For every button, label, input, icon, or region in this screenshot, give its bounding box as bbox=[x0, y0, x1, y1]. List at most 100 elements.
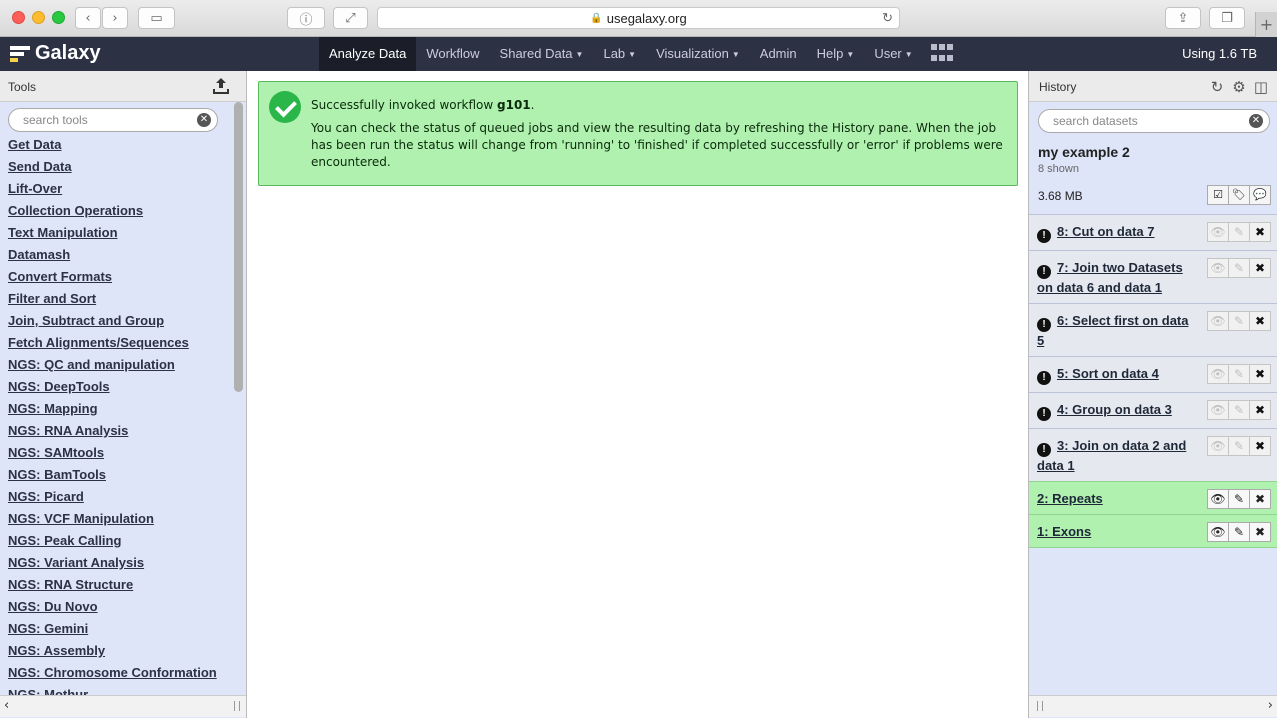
dataset-item[interactable]: ! 7: Join two Datasets on data 6 and data… bbox=[1029, 250, 1277, 303]
history-name[interactable]: my example 2 bbox=[1038, 144, 1130, 160]
tool-section-link[interactable]: NGS: Assembly bbox=[8, 640, 238, 662]
apps-grid-icon[interactable] bbox=[930, 44, 953, 64]
maximize-window-button[interactable] bbox=[52, 11, 65, 24]
minimize-window-button[interactable] bbox=[32, 11, 45, 24]
eye-icon[interactable]: 👁 bbox=[1207, 364, 1229, 384]
tool-section-link[interactable]: NGS: Gemini bbox=[8, 618, 238, 640]
pencil-icon[interactable]: ✎ bbox=[1228, 436, 1250, 456]
pencil-icon[interactable]: ✎ bbox=[1228, 258, 1250, 278]
dataset-title[interactable]: 7: Join two Datasets on data 6 and data … bbox=[1037, 260, 1183, 295]
dataset-title[interactable]: 8: Cut on data 7 bbox=[1057, 224, 1155, 239]
delete-icon[interactable]: ✖ bbox=[1249, 258, 1271, 278]
new-tab-button[interactable]: + bbox=[1255, 12, 1277, 37]
tags-icon[interactable]: 🏷 bbox=[1228, 185, 1250, 205]
dataset-item[interactable]: ! 6: Select first on data 5 👁 ✎ ✖ bbox=[1029, 303, 1277, 356]
dataset-title[interactable]: 3: Join on data 2 and data 1 bbox=[1037, 438, 1186, 473]
annotation-icon[interactable]: 💬 bbox=[1249, 185, 1271, 205]
tool-section-link[interactable]: NGS: VCF Manipulation bbox=[8, 508, 238, 530]
dataset-item[interactable]: 1: Exons 👁 ✎ ✖ bbox=[1029, 514, 1277, 548]
delete-icon[interactable]: ✖ bbox=[1249, 522, 1271, 542]
tool-section-link[interactable]: NGS: Du Novo bbox=[8, 596, 238, 618]
nav-analyze-data[interactable]: Analyze Data bbox=[319, 37, 417, 71]
tool-section-link[interactable]: Convert Formats bbox=[8, 266, 238, 288]
nav-workflow[interactable]: Workflow bbox=[416, 37, 489, 71]
nav-user[interactable]: User ▼ bbox=[864, 37, 922, 71]
tool-section-link[interactable]: NGS: Variant Analysis bbox=[8, 552, 238, 574]
nav-shared-data[interactable]: Shared Data ▼ bbox=[490, 37, 594, 71]
nav-lab[interactable]: Lab ▼ bbox=[593, 37, 646, 71]
tool-section-link[interactable]: Collection Operations bbox=[8, 200, 238, 222]
tool-section-link[interactable]: Send Data bbox=[8, 156, 238, 178]
dataset-item[interactable]: ! 5: Sort on data 4 👁 ✎ ✖ bbox=[1029, 356, 1277, 392]
dataset-title[interactable]: 2: Repeats bbox=[1037, 491, 1103, 506]
tool-section-link[interactable]: NGS: SAMtools bbox=[8, 442, 238, 464]
dataset-item[interactable]: ! 3: Join on data 2 and data 1 👁 ✎ ✖ bbox=[1029, 428, 1277, 481]
tool-section-link[interactable]: Lift-Over bbox=[8, 178, 238, 200]
tabs-overview-button[interactable]: ❐ bbox=[1209, 7, 1245, 29]
tool-section-link[interactable]: NGS: RNA Structure bbox=[8, 574, 238, 596]
dataset-title[interactable]: 1: Exons bbox=[1037, 524, 1091, 539]
nav-help[interactable]: Help ▼ bbox=[807, 37, 865, 71]
resize-handle[interactable] bbox=[1037, 701, 1043, 711]
delete-icon[interactable]: ✖ bbox=[1249, 489, 1271, 509]
reader-button[interactable]: ⓘ bbox=[287, 7, 325, 29]
delete-icon[interactable]: ✖ bbox=[1249, 436, 1271, 456]
dataset-item[interactable]: ! 8: Cut on data 7 👁 ✎ ✖ bbox=[1029, 214, 1277, 250]
dataset-title[interactable]: 5: Sort on data 4 bbox=[1057, 366, 1159, 381]
tool-section-link[interactable]: NGS: Mapping bbox=[8, 398, 238, 420]
delete-icon[interactable]: ✖ bbox=[1249, 364, 1271, 384]
nav-visualization[interactable]: Visualization ▼ bbox=[646, 37, 750, 71]
reload-icon[interactable]: ↻ bbox=[882, 10, 893, 26]
pencil-icon[interactable]: ✎ bbox=[1228, 364, 1250, 384]
tool-section-link[interactable]: Text Manipulation bbox=[8, 222, 238, 244]
dataset-item[interactable]: ! 4: Group on data 3 👁 ✎ ✖ bbox=[1029, 392, 1277, 428]
gear-icon[interactable]: ⚙ bbox=[1231, 79, 1247, 95]
quota-meter[interactable]: Using 1.6 TB bbox=[1182, 37, 1257, 71]
dataset-search-input[interactable]: search datasets ✕ bbox=[1038, 109, 1270, 133]
tool-section-link[interactable]: Filter and Sort bbox=[8, 288, 238, 310]
upload-icon[interactable] bbox=[213, 77, 229, 94]
pencil-icon[interactable]: ✎ bbox=[1228, 311, 1250, 331]
address-bar[interactable]: 🔒 usegalaxy.org ↻ bbox=[377, 7, 900, 29]
galaxy-brand[interactable]: Galaxy bbox=[10, 42, 101, 65]
eye-icon[interactable]: 👁 bbox=[1207, 400, 1229, 420]
select-all-icon[interactable]: ☑ bbox=[1207, 185, 1229, 205]
tool-section-link[interactable]: NGS: BamTools bbox=[8, 464, 238, 486]
clear-search-icon[interactable]: ✕ bbox=[1249, 114, 1263, 128]
eye-icon[interactable]: 👁 bbox=[1207, 522, 1229, 542]
fullscreen-button[interactable]: ⤢ bbox=[333, 7, 368, 29]
eye-icon[interactable]: 👁 bbox=[1207, 311, 1229, 331]
clear-search-icon[interactable]: ✕ bbox=[197, 113, 211, 127]
dataset-title[interactable]: 4: Group on data 3 bbox=[1057, 402, 1172, 417]
tool-section-link[interactable]: NGS: DeepTools bbox=[8, 376, 238, 398]
eye-icon[interactable]: 👁 bbox=[1207, 489, 1229, 509]
tool-section-link[interactable]: NGS: Chromosome Conformation bbox=[8, 662, 238, 684]
tool-section-link[interactable]: Datamash bbox=[8, 244, 238, 266]
collapse-left-icon[interactable]: ‹ bbox=[4, 698, 9, 713]
tool-section-link[interactable]: Join, Subtract and Group bbox=[8, 310, 238, 332]
tool-section-link[interactable]: NGS: Picard bbox=[8, 486, 238, 508]
pencil-icon[interactable]: ✎ bbox=[1228, 522, 1250, 542]
tool-section-link[interactable]: NGS: RNA Analysis bbox=[8, 420, 238, 442]
tool-section-link[interactable]: Fetch Alignments/Sequences bbox=[8, 332, 238, 354]
resize-handle[interactable] bbox=[234, 701, 240, 711]
pencil-icon[interactable]: ✎ bbox=[1228, 489, 1250, 509]
forward-button[interactable]: › bbox=[102, 7, 128, 29]
tool-section-link[interactable]: NGS: QC and manipulation bbox=[8, 354, 238, 376]
refresh-icon[interactable]: ↻ bbox=[1209, 79, 1225, 95]
sidebar-toggle-button[interactable]: ▭ bbox=[138, 7, 175, 29]
nav-admin[interactable]: Admin bbox=[750, 37, 807, 71]
pencil-icon[interactable]: ✎ bbox=[1228, 222, 1250, 242]
pencil-icon[interactable]: ✎ bbox=[1228, 400, 1250, 420]
columns-icon[interactable]: ◫ bbox=[1253, 79, 1269, 95]
dataset-title[interactable]: 6: Select first on data 5 bbox=[1037, 313, 1188, 348]
delete-icon[interactable]: ✖ bbox=[1249, 400, 1271, 420]
eye-icon[interactable]: 👁 bbox=[1207, 258, 1229, 278]
collapse-right-icon[interactable]: › bbox=[1268, 698, 1273, 713]
tool-section-link[interactable]: NGS: Peak Calling bbox=[8, 530, 238, 552]
tool-search-input[interactable]: search tools ✕ bbox=[8, 108, 218, 132]
delete-icon[interactable]: ✖ bbox=[1249, 222, 1271, 242]
back-button[interactable]: ‹ bbox=[75, 7, 101, 29]
dataset-item[interactable]: 2: Repeats 👁 ✎ ✖ bbox=[1029, 481, 1277, 514]
eye-icon[interactable]: 👁 bbox=[1207, 222, 1229, 242]
